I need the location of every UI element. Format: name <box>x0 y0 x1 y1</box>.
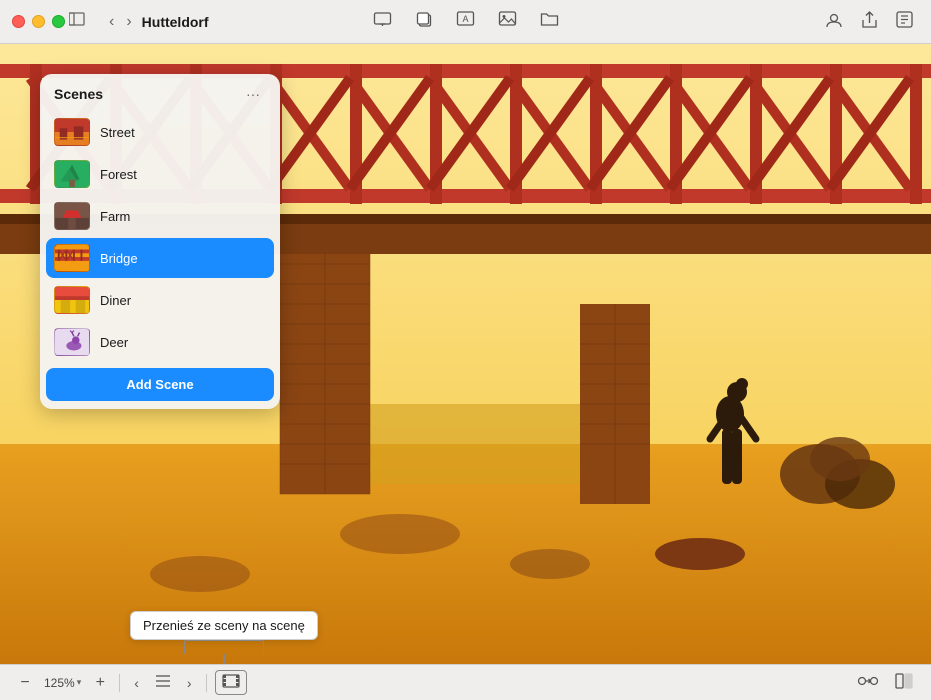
monitor-icon-button[interactable] <box>369 8 395 36</box>
edit-icon-button[interactable] <box>892 7 917 36</box>
scene-item-street[interactable]: Street <box>46 112 274 152</box>
zoom-value[interactable]: 125% ▾ <box>40 674 85 692</box>
folder-icon-button[interactable] <box>536 7 562 36</box>
nav-buttons: ‹ › <box>105 11 136 33</box>
minimize-button[interactable] <box>32 15 45 28</box>
tooltip-line-group <box>184 640 264 664</box>
zoom-caret-icon: ▾ <box>77 677 82 688</box>
scene-thumbnail-farm <box>54 202 90 230</box>
titlebar: ‹ › Hutteldorf A <box>0 0 931 44</box>
scene-item-deer[interactable]: Deer <box>46 322 274 362</box>
text-icon-button[interactable]: A <box>452 7 478 37</box>
forward-button[interactable]: › <box>122 11 135 33</box>
scene-label-farm: Farm <box>100 209 130 224</box>
scenes-panel-title: Scenes <box>54 86 103 102</box>
scene-thumbnail-bridge <box>54 244 90 272</box>
zoom-controls: − 125% ▾ + ‹ › <box>14 670 247 695</box>
scene-label-bridge: Bridge <box>100 251 138 266</box>
scene-label-diner: Diner <box>100 293 131 308</box>
next-scene-button[interactable]: › <box>181 672 198 694</box>
scene-thumbnail-forest <box>54 160 90 188</box>
scene-item-diner[interactable]: Diner <box>46 280 274 320</box>
document-title: Hutteldorf <box>142 14 209 30</box>
scene-label-street: Street <box>100 125 135 140</box>
add-scene-button[interactable]: Add Scene <box>46 368 274 401</box>
maximize-button[interactable] <box>52 15 65 28</box>
duplicate-icon-button[interactable] <box>411 7 436 37</box>
scene-thumbnail-deer <box>54 328 90 356</box>
tooltip-box: Przenieś ze sceny na scenę <box>130 611 318 640</box>
tooltip-stem <box>223 654 225 664</box>
scene-item-forest[interactable]: Forest <box>46 154 274 194</box>
scene-background: Scenes ··· <box>0 44 931 664</box>
titlebar-center-icons: A <box>369 7 562 37</box>
titlebar-right-icons <box>821 7 917 37</box>
sidebar-toggle-button[interactable] <box>65 10 89 33</box>
scene-item-bridge[interactable]: Bridge <box>46 238 274 278</box>
traffic-lights <box>12 15 65 28</box>
tooltip-text: Przenieś ze sceny na scenę <box>143 618 305 633</box>
zoom-minus-button[interactable]: − <box>14 672 36 694</box>
share-icon-button[interactable] <box>857 7 882 37</box>
zoom-percentage: 125% <box>44 676 75 690</box>
back-button[interactable]: ‹ <box>105 11 118 33</box>
tooltip-bracket <box>184 640 264 654</box>
scenes-header: Scenes ··· <box>40 74 280 112</box>
tooltip-container: Przenieś ze sceny na scenę <box>130 611 318 664</box>
scenes-list-button[interactable] <box>149 671 177 694</box>
scene-label-forest: Forest <box>100 167 137 182</box>
scenes-more-button[interactable]: ··· <box>240 84 266 104</box>
scenes-panel: Scenes ··· <box>40 74 280 409</box>
connect-scenes-button[interactable] <box>853 668 883 698</box>
view-toggle-button[interactable] <box>891 669 917 697</box>
svg-text:A: A <box>462 14 468 24</box>
toolbar-separator-2 <box>206 674 207 692</box>
scene-thumbnail-diner <box>54 286 90 314</box>
scene-item-farm[interactable]: Farm <box>46 196 274 236</box>
filmstrip-button[interactable] <box>215 670 247 695</box>
scene-thumbnail-street <box>54 118 90 146</box>
toolbar-separator-1 <box>119 674 120 692</box>
scenes-list: Street Forest <box>40 112 280 362</box>
image-icon-button[interactable] <box>494 7 520 36</box>
zoom-plus-button[interactable]: + <box>89 672 111 694</box>
user-icon-button[interactable] <box>821 7 847 36</box>
bottom-right-icons <box>853 668 917 698</box>
canvas-area: Scenes ··· <box>0 44 931 664</box>
close-button[interactable] <box>12 15 25 28</box>
scene-label-deer: Deer <box>100 335 128 350</box>
bottom-toolbar: − 125% ▾ + ‹ › <box>0 664 931 700</box>
prev-scene-button[interactable]: ‹ <box>128 672 145 694</box>
